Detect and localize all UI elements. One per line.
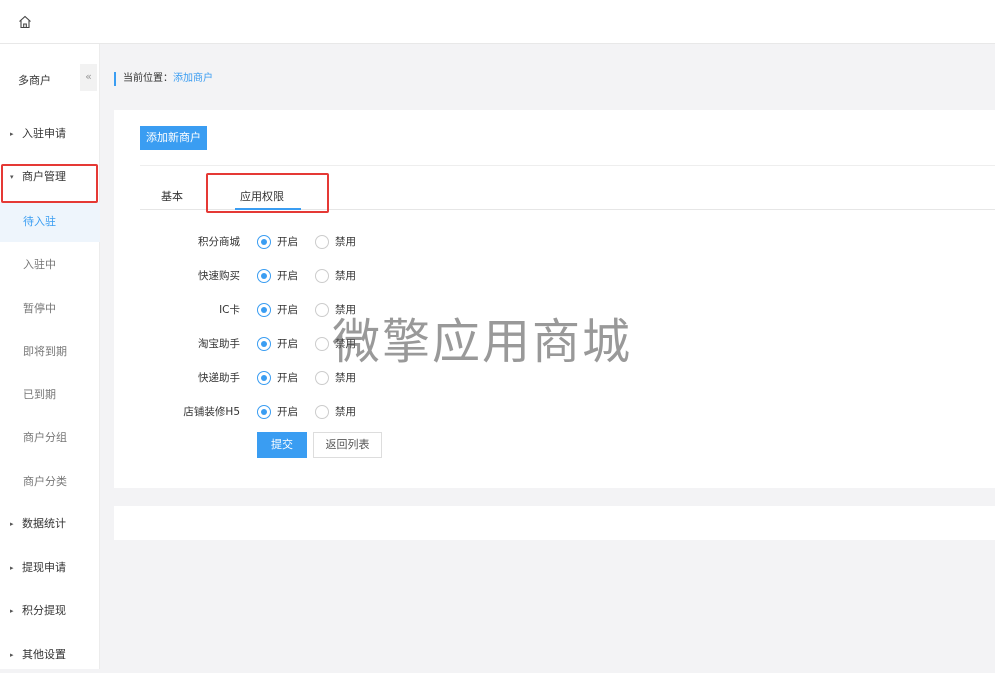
sidebar-item-join-application[interactable]: ▸ 入驻申请	[0, 116, 100, 152]
radio-disable-label[interactable]: 禁用	[335, 266, 356, 286]
submit-button[interactable]: 提交	[257, 432, 307, 458]
home-icon[interactable]	[18, 15, 32, 29]
permission-label: IC卡	[219, 304, 240, 316]
back-to-list-button[interactable]: 返回列表	[313, 432, 382, 458]
radio-disable[interactable]	[315, 303, 329, 317]
caret-right-icon: ▸	[10, 564, 14, 572]
highlight-box	[206, 173, 329, 213]
radio-disable[interactable]	[315, 405, 329, 419]
radio-enable-label[interactable]: 开启	[277, 334, 298, 354]
sidebar-item-label: 积分提现	[22, 604, 66, 617]
permission-label: 淘宝助手	[198, 338, 240, 350]
radio-enable[interactable]	[257, 371, 271, 385]
radio-enable[interactable]	[257, 405, 271, 419]
permission-row: 店铺装修H5 开启 禁用	[114, 402, 514, 422]
sidebar-subitem-expiring[interactable]: 即将到期	[0, 332, 100, 372]
tab-basic[interactable]: 基本	[161, 188, 183, 204]
sidebar-item-label: 其他设置	[22, 648, 66, 661]
sidebar-item-label: 入驻申请	[22, 127, 66, 140]
radio-enable[interactable]	[257, 235, 271, 249]
radio-disable[interactable]	[315, 371, 329, 385]
sidebar-item-withdraw-application[interactable]: ▸ 提现申请	[0, 550, 100, 586]
radio-enable[interactable]	[257, 337, 271, 351]
radio-enable-label[interactable]: 开启	[277, 266, 298, 286]
divider	[140, 165, 995, 166]
sidebar-subitem-groups[interactable]: 商户分组	[0, 418, 100, 458]
sidebar-item-points-withdraw[interactable]: ▸ 积分提现	[0, 593, 100, 629]
sidebar-subitem-label: 商户分类	[23, 475, 67, 488]
radio-enable-label[interactable]: 开启	[277, 232, 298, 252]
caret-right-icon: ▸	[10, 651, 14, 659]
sidebar-subitem-label: 待入驻	[23, 215, 56, 228]
radio-disable-label[interactable]: 禁用	[335, 402, 356, 422]
radio-enable-label[interactable]: 开启	[277, 402, 298, 422]
highlight-box	[1, 164, 98, 203]
radio-enable[interactable]	[257, 303, 271, 317]
sidebar-subitem-label: 入驻中	[23, 258, 56, 271]
collapse-sidebar-button[interactable]: «	[80, 64, 97, 91]
sidebar: 多商户 « ▸ 入驻申请 ▾ 商户管理 待入驻 入驻中 暂停中 即将到期 已到期…	[0, 44, 100, 669]
permission-row: 积分商城 开启 禁用	[114, 232, 514, 252]
permission-label: 快递助手	[198, 372, 240, 384]
sidebar-title: 多商户	[18, 74, 51, 87]
caret-right-icon: ▸	[10, 130, 14, 138]
caret-right-icon: ▸	[10, 520, 14, 528]
sidebar-item-other-settings[interactable]: ▸ 其他设置	[0, 637, 100, 673]
sidebar-subitem-joining[interactable]: 入驻中	[0, 245, 100, 285]
sidebar-item-statistics[interactable]: ▸ 数据统计	[0, 506, 100, 542]
sidebar-subitem-label: 暂停中	[23, 302, 56, 315]
sidebar-subitem-label: 已到期	[23, 388, 56, 401]
breadcrumb-current[interactable]: 添加商户	[173, 73, 213, 84]
sidebar-item-label: 数据统计	[22, 517, 66, 530]
permission-label: 积分商城	[198, 236, 240, 248]
sidebar-subitem-label: 商户分组	[23, 431, 67, 444]
caret-right-icon: ▸	[10, 607, 14, 615]
permission-row: 快速购买 开启 禁用	[114, 266, 514, 286]
secondary-panel	[114, 506, 995, 540]
sidebar-subitem-label: 即将到期	[23, 345, 67, 358]
add-merchant-button[interactable]: 添加新商户	[140, 126, 207, 150]
breadcrumb-prefix: 当前位置：	[123, 73, 173, 84]
top-bar	[0, 0, 995, 44]
permission-label: 快速购买	[198, 270, 240, 282]
sidebar-item-label: 提现申请	[22, 561, 66, 574]
radio-disable[interactable]	[315, 269, 329, 283]
sidebar-subitem-expired[interactable]: 已到期	[0, 375, 100, 415]
radio-disable[interactable]	[315, 337, 329, 351]
watermark: 微擎应用商城	[332, 314, 633, 370]
radio-enable-label[interactable]: 开启	[277, 300, 298, 320]
sidebar-subitem-pending[interactable]: 待入驻	[0, 202, 100, 242]
radio-disable-label[interactable]: 禁用	[335, 232, 356, 252]
radio-enable-label[interactable]: 开启	[277, 368, 298, 388]
form-panel: 添加新商户 基本 应用权限 积分商城 开启 禁用 快速购买 开启 禁用 IC卡 …	[114, 110, 995, 488]
radio-enable[interactable]	[257, 269, 271, 283]
sidebar-subitem-paused[interactable]: 暂停中	[0, 289, 100, 329]
breadcrumb: 当前位置：添加商户	[114, 72, 213, 86]
sidebar-subitem-categories[interactable]: 商户分类	[0, 462, 100, 502]
permission-label: 店铺装修H5	[183, 406, 240, 418]
radio-disable[interactable]	[315, 235, 329, 249]
